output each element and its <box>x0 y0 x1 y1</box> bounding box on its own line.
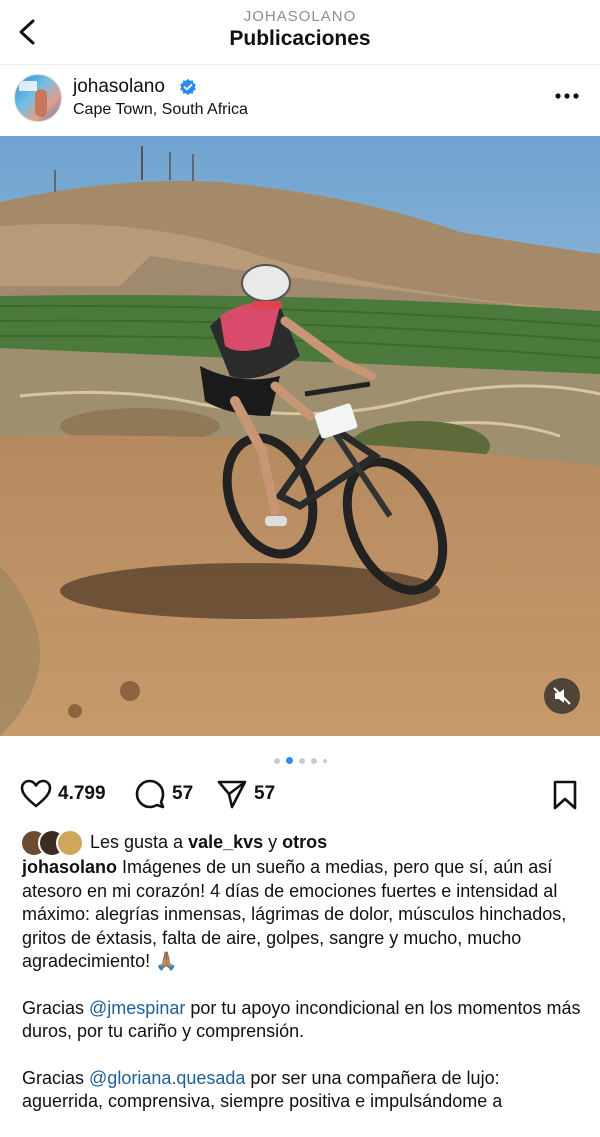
caption-paragraph: johasolano Imágenes de un sueño a medias… <box>22 856 582 974</box>
liker-avatar <box>56 829 84 857</box>
liked-by-user[interactable]: vale_kvs <box>188 832 263 852</box>
comment-button[interactable]: 57 <box>134 776 193 812</box>
liked-by-row[interactable]: Les gusta a vale_kvs y otros <box>20 828 580 857</box>
header-account-name: JOHASOLANO <box>243 8 357 25</box>
carousel-dot <box>298 757 305 764</box>
liker-avatars <box>20 829 86 857</box>
verified-badge-icon <box>180 78 196 96</box>
carousel-dot <box>310 757 317 764</box>
mention-link[interactable]: @gloriana.quesada <box>89 1068 245 1088</box>
speaker-muted-icon <box>553 687 571 705</box>
comment-count: 57 <box>172 783 194 804</box>
carousel-dot <box>322 758 327 763</box>
caption-paragraph: Gracias @jmespinar por tu apoyo incondic… <box>22 997 582 1044</box>
bookmark-icon[interactable] <box>552 780 578 810</box>
post-photo[interactable] <box>0 136 600 736</box>
post-location[interactable]: Cape Town, South Africa <box>73 101 248 119</box>
caption-paragraph: Gracias @gloriana.quesada por ser una co… <box>22 1067 582 1114</box>
avatar[interactable] <box>14 74 62 122</box>
paper-plane-icon <box>217 780 247 809</box>
like-count: 4.799 <box>58 783 106 804</box>
like-button[interactable]: 4.799 <box>20 776 106 812</box>
post-username[interactable]: johasolano <box>73 76 165 98</box>
more-options-icon[interactable] <box>552 84 582 108</box>
carousel-dot <box>273 757 280 764</box>
carousel-dot-active <box>285 757 293 765</box>
caption-username[interactable]: johasolano <box>22 857 117 877</box>
share-count: 57 <box>254 783 276 804</box>
mountain-biker-photo <box>0 136 600 736</box>
post-header: johasolano Cape Town, South Africa <box>0 64 600 134</box>
top-header: JOHASOLANO Publicaciones <box>0 0 600 65</box>
caption-text: Gracias <box>22 997 90 1018</box>
post-actions: 4.799 57 57 <box>0 776 600 816</box>
mention-link[interactable]: @jmespinar <box>89 998 185 1018</box>
comment-bubble-icon <box>135 779 165 809</box>
liked-by-text: Les gusta a vale_kvs y otros <box>90 831 328 852</box>
share-button[interactable]: 57 <box>216 776 275 812</box>
carousel-indicator <box>0 752 600 765</box>
post-caption: johasolano Imágenes de un sueño a medias… <box>22 856 582 1137</box>
mute-toggle[interactable] <box>544 678 580 714</box>
page-title: Publicaciones <box>229 27 371 50</box>
liked-by-others[interactable]: otros <box>282 832 327 852</box>
caption-text: Gracias <box>22 1067 90 1088</box>
heart-icon <box>20 779 52 808</box>
